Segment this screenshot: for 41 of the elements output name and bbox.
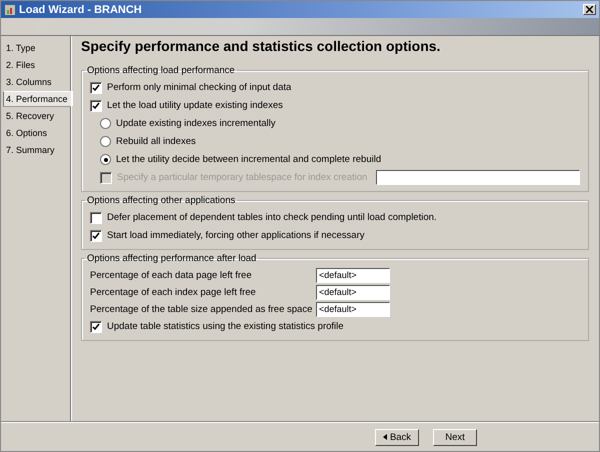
input-field[interactable]: <default> xyxy=(316,268,390,282)
radio-label: Rebuild all indexes xyxy=(116,136,196,147)
field-label: Percentage of each index page left free xyxy=(90,286,256,298)
step-item[interactable]: 6. Options xyxy=(3,125,73,141)
left-arrow-icon xyxy=(382,434,387,440)
input-field[interactable]: <default> xyxy=(316,284,390,300)
input-field[interactable]: <default> xyxy=(316,302,390,316)
window-title: Load Wizard - BRANCH xyxy=(19,4,142,16)
page-heading: Specify performance and statistics collection options. xyxy=(81,38,442,54)
checkbox-label: Perform only minimal checking of input data xyxy=(107,82,292,93)
step-item[interactable]: 1. Type xyxy=(3,40,73,56)
step-item[interactable]: 4. Performance xyxy=(3,91,73,107)
radio-label: Let the utility decide between incremental and complete rebuild xyxy=(116,154,382,165)
checkbox[interactable] xyxy=(90,100,102,112)
group-title: Options affecting other applications xyxy=(86,195,236,206)
checkbox[interactable] xyxy=(90,82,102,94)
step-item[interactable]: 5. Recovery xyxy=(3,108,73,124)
group-title: Options affecting performance after load xyxy=(86,253,258,264)
checkbox-label: Update table statistics using the existing statistics profile xyxy=(107,321,344,332)
checkbox-label: Start load immediately, forcing other applications if necessary xyxy=(107,230,365,241)
step-item[interactable]: 7. Summary xyxy=(3,142,73,158)
radio-label: Update existing indexes incrementally xyxy=(116,118,276,129)
close-button[interactable] xyxy=(583,4,596,15)
checkbox-label: Specify a particular temporary tablespace for index creation xyxy=(117,172,368,183)
field-label: Percentage of each data page left free xyxy=(90,270,252,280)
radio-button[interactable] xyxy=(100,118,111,129)
checkbox[interactable] xyxy=(90,230,102,242)
radio-button[interactable] xyxy=(100,154,111,165)
radio-button[interactable] xyxy=(100,136,111,147)
next-button[interactable]: Next xyxy=(433,428,477,446)
app-icon xyxy=(4,4,16,16)
tablespace-field[interactable] xyxy=(376,170,580,185)
checkbox[interactable] xyxy=(90,212,102,224)
back-button[interactable]: Back xyxy=(375,428,419,446)
step-item[interactable]: 2. Files xyxy=(3,57,73,73)
field-label: Percentage of the table size appended as free space xyxy=(90,304,312,314)
checkbox-label: Let the load utility update existing indexes xyxy=(107,100,283,111)
step-item[interactable]: 3. Columns xyxy=(3,74,73,90)
checkbox-label: Defer placement of dependent tables into check pending until load completion. xyxy=(107,212,437,223)
checkbox[interactable] xyxy=(90,320,102,332)
group-title: Options affecting load performance xyxy=(86,65,236,76)
